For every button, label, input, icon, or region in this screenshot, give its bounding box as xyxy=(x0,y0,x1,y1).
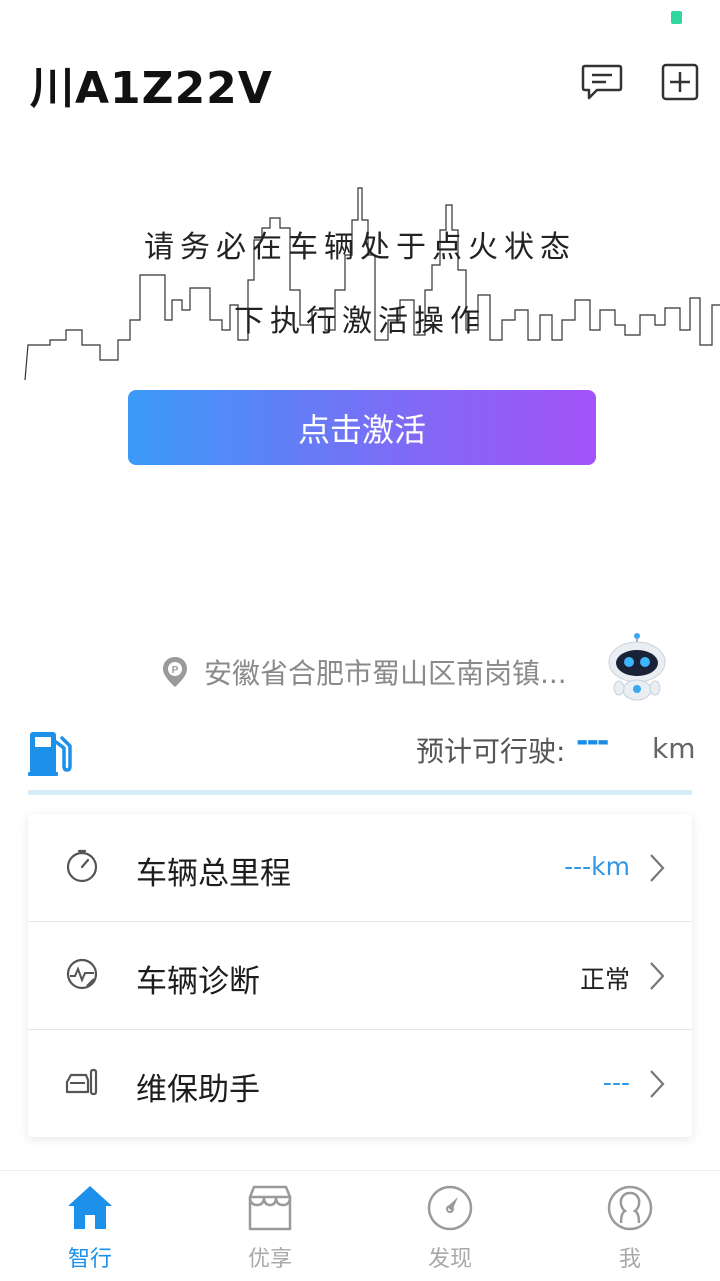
range-value: --- xyxy=(576,724,609,759)
add-button[interactable] xyxy=(658,60,702,104)
menu-value: ---km xyxy=(564,852,630,881)
tab-label: 发现 xyxy=(427,1247,472,1272)
message-icon xyxy=(581,64,623,100)
location-bar[interactable]: P 安徽省合肥市蜀山区南岗镇... xyxy=(160,652,567,692)
profile-icon xyxy=(607,1185,653,1231)
tab-discover[interactable]: 发现 xyxy=(405,1183,495,1275)
store-icon xyxy=(248,1185,292,1231)
tab-me[interactable]: 我 xyxy=(585,1183,675,1275)
menu-value: 正常 xyxy=(579,965,630,994)
tab-smart-drive[interactable]: 智行 xyxy=(45,1183,135,1275)
activation-notice-line2: 下执行激活操作 xyxy=(234,304,486,339)
license-plate-title: 川A1Z22V xyxy=(30,63,273,114)
location-pin-icon: P xyxy=(163,657,187,687)
menu-label: 车辆诊断 xyxy=(136,964,260,1000)
menu-label: 维保助手 xyxy=(136,1072,260,1108)
city-skyline-illustration xyxy=(24,187,720,381)
menu-row-diagnosis[interactable]: 车辆诊断 正常 xyxy=(28,921,692,1029)
add-icon xyxy=(661,63,699,101)
compass-icon xyxy=(427,1185,473,1231)
vehicle-info-card: 车辆总里程 ---km 车辆诊断 正常 维保助手 --- xyxy=(28,814,692,1137)
fuel-level-bar xyxy=(28,790,692,795)
svg-text:P: P xyxy=(172,665,179,676)
chevron-right-icon xyxy=(650,962,665,990)
menu-row-maintenance[interactable]: 维保助手 --- xyxy=(28,1029,692,1137)
chevron-right-icon xyxy=(650,1070,665,1098)
range-label: 预计可行驶: xyxy=(416,735,566,768)
menu-label: 车辆总里程 xyxy=(136,856,291,892)
robot-assistant-icon[interactable] xyxy=(602,632,672,704)
chevron-right-icon xyxy=(650,854,665,882)
menu-row-mileage[interactable]: 车辆总里程 ---km xyxy=(28,814,692,921)
location-address: 安徽省合肥市蜀山区南岗镇... xyxy=(204,657,567,690)
activation-notice-line1: 请务必在车辆处于点火状态 xyxy=(144,230,576,265)
tab-label: 我 xyxy=(618,1247,641,1272)
tab-premium[interactable]: 优享 xyxy=(225,1183,315,1275)
tab-label: 优享 xyxy=(247,1247,292,1272)
maintenance-icon xyxy=(65,1068,98,1096)
home-icon xyxy=(68,1186,112,1229)
bottom-tab-bar: 智行 优享 发现 我 xyxy=(0,1170,720,1281)
activate-button[interactable]: 点击激活 xyxy=(128,390,596,465)
range-unit: km xyxy=(652,732,696,765)
fuel-pump-icon xyxy=(28,732,72,776)
tab-label: 智行 xyxy=(67,1247,112,1272)
odometer-icon xyxy=(66,849,98,883)
message-button[interactable] xyxy=(580,60,624,104)
status-indicator xyxy=(671,11,682,24)
menu-value: --- xyxy=(602,1068,630,1097)
diagnosis-icon xyxy=(66,958,98,990)
